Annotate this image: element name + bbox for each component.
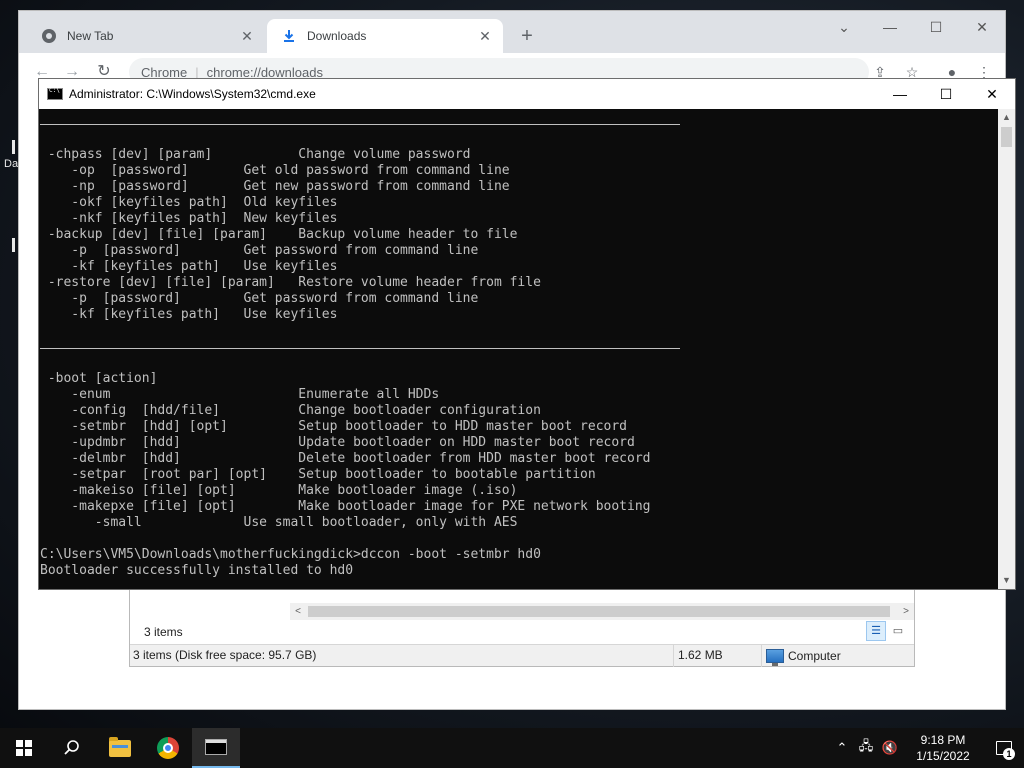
start-button[interactable]: [0, 728, 48, 768]
notification-center-button[interactable]: 1: [984, 728, 1024, 768]
clock-time: 9:18 PM: [920, 733, 966, 747]
computer-icon: [766, 649, 784, 666]
chrome-tab-strip: New Tab ✕ Downloads ✕ + ⌄ — ☐ ✕: [19, 11, 1005, 53]
tab-new-tab[interactable]: New Tab ✕: [27, 19, 265, 53]
terminal-line: -okf [keyfiles path] Old keyfiles: [40, 195, 338, 210]
vertical-scrollbar[interactable]: ▲ ▼: [998, 109, 1015, 589]
taskbar: ⌃ 🖧 🔇 9:18 PM 1/15/2022 1: [0, 728, 1024, 768]
taskbar-cmd[interactable]: [192, 728, 240, 768]
tab-label: Downloads: [307, 29, 367, 43]
network-icon[interactable]: 🖧: [854, 737, 878, 759]
terminal-line: -nkf [keyfiles path] New keyfiles: [40, 211, 338, 226]
tab-downloads[interactable]: Downloads ✕: [267, 19, 503, 53]
clock-date: 1/15/2022: [916, 749, 970, 763]
scroll-left-icon[interactable]: <: [290, 603, 306, 620]
large-icons-view-icon[interactable]: ▭: [888, 621, 908, 641]
taskbar-chrome[interactable]: [144, 728, 192, 768]
scroll-thumb[interactable]: [308, 606, 890, 617]
notification-badge: 1: [1003, 748, 1015, 760]
chevron-up-icon[interactable]: ⌃: [830, 740, 854, 756]
new-tab-button[interactable]: +: [515, 25, 539, 49]
close-tab-icon[interactable]: ✕: [239, 28, 255, 44]
scroll-thumb[interactable]: [1001, 127, 1012, 147]
terminal-line: -kf [keyfiles path] Use keyfiles: [40, 259, 338, 274]
terminal-line: -p [password] Get password from command …: [40, 243, 479, 258]
terminal-line: -op [password] Get old password from com…: [40, 163, 510, 178]
folder-icon: [109, 736, 131, 757]
terminal-line: -setmbr [hdd] [opt] Setup bootloader to …: [40, 419, 627, 434]
terminal-separator: [40, 339, 681, 355]
terminal-line: -boot [action]: [40, 371, 158, 386]
terminal-line: -backup [dev] [file] [param] Backup volu…: [40, 227, 518, 242]
cmd-window-title: Administrator: C:\Windows\System32\cmd.e…: [69, 87, 316, 101]
terminal-line: -makeiso [file] [opt] Make bootloader im…: [40, 483, 518, 498]
search-button[interactable]: [48, 728, 96, 768]
desktop-icon-fragment: [12, 140, 15, 154]
status-disk-free: 3 items (Disk free space: 95.7 GB): [130, 645, 674, 667]
system-tray: ⌃ 🖧 🔇 9:18 PM 1/15/2022 1: [830, 728, 1024, 768]
status-size: 1.62 MB: [674, 645, 762, 667]
search-icon: [64, 740, 79, 755]
terminal-line: -kf [keyfiles path] Use keyfiles: [40, 307, 338, 322]
terminal-line: Bootloader successfully installed to hd0: [40, 563, 354, 578]
windows-logo-icon: [16, 740, 32, 756]
close-button[interactable]: ✕: [969, 79, 1015, 109]
terminal-line: -setpar [root par] [opt] Setup bootloade…: [40, 467, 596, 482]
status-bar: 3 items (Disk free space: 95.7 GB) 1.62 …: [130, 644, 914, 667]
cmd-window: Administrator: C:\Windows\System32\cmd.e…: [38, 78, 1016, 590]
desktop-icon-fragment: [12, 238, 15, 252]
maximize-button[interactable]: ☐: [913, 11, 959, 43]
terminal-line: -chpass [dev] [param] Change volume pass…: [40, 147, 471, 162]
view-toggle: ☰ ▭: [866, 621, 908, 641]
terminal-line: -small Use small bootloader, only with A…: [40, 515, 518, 530]
cmd-window-controls: — ☐ ✕: [877, 79, 1015, 109]
terminal-line: -restore [dev] [file] [param] Restore vo…: [40, 275, 541, 290]
close-button[interactable]: ✕: [959, 11, 1005, 43]
minimize-button[interactable]: —: [877, 79, 923, 109]
horizontal-scrollbar[interactable]: < >: [290, 603, 914, 620]
chrome-icon: [41, 28, 57, 44]
close-tab-icon[interactable]: ✕: [477, 28, 493, 44]
terminal-line: C:\Users\VM5\Downloads\motherfuckingdick…: [40, 547, 541, 562]
cmd-title-bar[interactable]: Administrator: C:\Windows\System32\cmd.e…: [39, 79, 1015, 109]
minimize-button[interactable]: —: [867, 11, 913, 43]
terminal-line: -delmbr [hdd] Delete bootloader from HDD…: [40, 451, 651, 466]
terminal-line: -np [password] Get new password from com…: [40, 179, 510, 194]
details-view-icon[interactable]: ☰: [866, 621, 886, 641]
download-icon: [281, 28, 297, 44]
maximize-button[interactable]: ☐: [923, 79, 969, 109]
scroll-down-icon[interactable]: ▼: [998, 572, 1015, 589]
status-location: Computer: [762, 645, 914, 667]
clock[interactable]: 9:18 PM 1/15/2022: [902, 732, 984, 764]
terminal-line: -config [hdd/file] Change bootloader con…: [40, 403, 541, 418]
terminal-text: -chpass [dev] [param] Change volume pass…: [40, 115, 681, 589]
terminal-line: -enum Enumerate all HDDs: [40, 387, 440, 402]
terminal-line: -updmbr [hdd] Update bootloader on HDD m…: [40, 435, 635, 450]
chrome-window-controls: ⌄ — ☐ ✕: [821, 11, 1005, 43]
taskbar-file-explorer[interactable]: [96, 728, 144, 768]
tab-search-icon[interactable]: ⌄: [821, 11, 867, 43]
desktop-icon-label: Da: [4, 158, 19, 170]
terminal-line: -makepxe [file] [opt] Make bootloader im…: [40, 499, 651, 514]
terminal-output[interactable]: -chpass [dev] [param] Change volume pass…: [39, 109, 999, 589]
cmd-icon: [205, 739, 227, 755]
items-count: 3 items: [144, 625, 183, 639]
chrome-icon: [157, 737, 179, 759]
status-location-label: Computer: [788, 648, 841, 663]
scroll-up-icon[interactable]: ▲: [998, 109, 1015, 126]
cmd-icon: [47, 87, 63, 100]
terminal-line: -p [password] Get password from command …: [40, 291, 479, 306]
scroll-right-icon[interactable]: >: [898, 603, 914, 620]
terminal-separator: [40, 115, 681, 131]
volume-muted-icon[interactable]: 🔇: [878, 740, 902, 756]
tab-label: New Tab: [67, 29, 114, 43]
